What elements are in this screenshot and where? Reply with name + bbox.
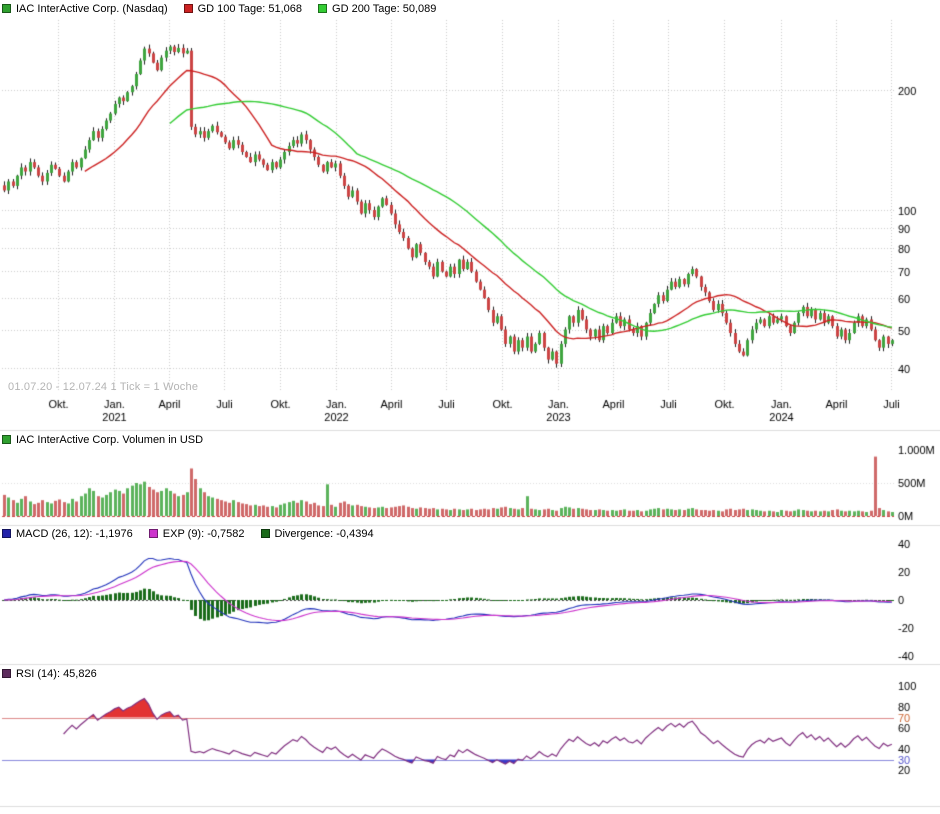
gd100-swatch-icon [184,4,193,13]
macd-swatch-icon [2,529,11,538]
volume-series-legend-item: IAC InterActive Corp. Volumen in USD [2,434,203,446]
gd200-legend-item: GD 200 Tage: 50,089 [318,3,436,15]
macd-legend: MACD (26, 12): -1,1976 EXP (9): -0,7582 … [2,527,374,540]
price-series-legend-item: IAC InterActive Corp. (Nasdaq) [2,3,168,15]
exp-swatch-icon [149,529,158,538]
volume-series-swatch-icon [2,435,11,444]
price-legend: IAC InterActive Corp. (Nasdaq) GD 100 Ta… [2,2,436,15]
gd200-label: GD 200 Tage: 50,089 [332,3,436,15]
gd200-swatch-icon [318,4,327,13]
rsi-legend-item: RSI (14): 45,826 [2,668,97,680]
price-series-swatch-icon [2,4,11,13]
exp-legend-item: EXP (9): -0,7582 [149,528,245,540]
divergence-legend-item: Divergence: -0,4394 [261,528,374,540]
gd100-label: GD 100 Tage: 51,068 [198,3,302,15]
chart-period-note: 01.07.20 - 12.07.24 1 Tick = 1 Woche [8,381,198,393]
exp-label: EXP (9): -0,7582 [163,528,245,540]
volume-series-label: IAC InterActive Corp. Volumen in USD [16,434,203,446]
macd-legend-item: MACD (26, 12): -1,1976 [2,528,133,540]
chart-canvas[interactable] [0,0,940,814]
macd-label: MACD (26, 12): -1,1976 [16,528,133,540]
volume-legend: IAC InterActive Corp. Volumen in USD [2,433,203,446]
divergence-label: Divergence: -0,4394 [275,528,374,540]
rsi-swatch-icon [2,669,11,678]
rsi-label: RSI (14): 45,826 [16,668,97,680]
gd100-legend-item: GD 100 Tage: 51,068 [184,3,302,15]
rsi-legend: RSI (14): 45,826 [2,667,97,680]
price-series-label: IAC InterActive Corp. (Nasdaq) [16,3,168,15]
stock-chart-page: IAC InterActive Corp. (Nasdaq) GD 100 Ta… [0,0,940,814]
divergence-swatch-icon [261,529,270,538]
